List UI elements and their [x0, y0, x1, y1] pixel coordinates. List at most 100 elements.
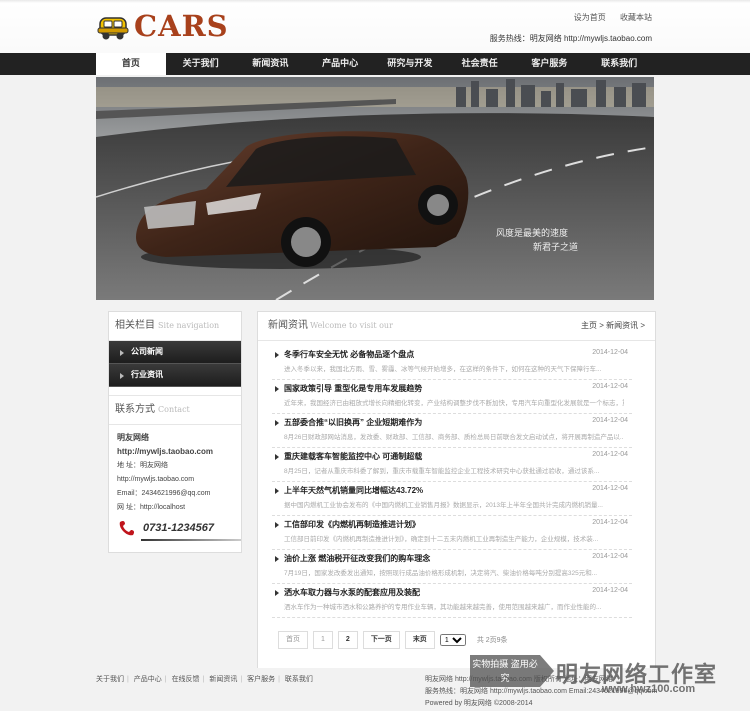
news-item-date: 2014-12-04: [592, 451, 628, 458]
nav-responsibility[interactable]: 社会责任: [445, 53, 515, 75]
news-title: 新闻资讯 Welcome to visit our: [268, 312, 393, 340]
sidebar-item-company-news[interactable]: 公司新闻: [109, 341, 241, 364]
news-item-date: 2014-12-04: [592, 383, 628, 390]
pager-first[interactable]: 首页: [278, 631, 308, 649]
news-item-date: 2014-12-04: [592, 485, 628, 492]
pager-total: 共 2页9条: [476, 637, 508, 644]
pager-last[interactable]: 末页: [404, 631, 435, 649]
footer-sep: |: [202, 676, 205, 683]
news-item-title[interactable]: 上半年天然气机销量同比增幅达43.72%: [274, 485, 423, 496]
footer-link-products[interactable]: 产品中心: [134, 676, 162, 683]
news-item[interactable]: 油价上涨 燃油税开征改变我们的购车理念 2014-12-04 7月19日，国家发…: [272, 550, 632, 584]
top-links: 设为首页 收藏本站: [562, 12, 652, 23]
car-icon: [97, 17, 129, 40]
nav-news[interactable]: 新闻资讯: [236, 53, 306, 75]
news-item-title[interactable]: 油价上涨 燃油税开征改变我们的购车理念: [274, 553, 430, 564]
set-homepage-link[interactable]: 设为首页: [574, 13, 606, 22]
news-item-title[interactable]: 五部委合推“以旧换再” 企业短期难作为: [274, 417, 422, 428]
main-nav: 首页 关于我们 新闻资讯 产品中心 研究与开发 社会责任 客户服务 联系我们: [0, 53, 750, 75]
news-item-date: 2014-12-04: [592, 587, 628, 594]
news-item[interactable]: 重庆建载客车智能监控中心 可通制超载 2014-12-04 8月25日，记者从重…: [272, 448, 632, 482]
news-title-text: 新闻资讯: [268, 320, 308, 331]
contact-site: 网 址：http://localhost: [117, 504, 186, 511]
contact-title-en: Contact: [158, 405, 190, 414]
footer-line-2: 服务热线：明友网络 http://mywljs.taobao.com Email…: [425, 688, 658, 695]
news-item-date: 2014-12-04: [592, 349, 628, 356]
footer-link-about[interactable]: 关于我们: [96, 676, 124, 683]
footer-sep: |: [240, 676, 243, 683]
news-item[interactable]: 五部委合推“以旧换再” 企业短期难作为 2014-12-04 8月26日财政部网…: [272, 414, 632, 448]
news-item-title[interactable]: 工信部印发《内燃机再制造推进计划》: [275, 519, 420, 530]
contact-url[interactable]: http://mywljs.taobao.com: [117, 445, 233, 459]
nav-products[interactable]: 产品中心: [305, 53, 375, 75]
news-item-summary: 8月26日财政部网站消息，发改委、财政部、工信部、商务部、质检总局日前联合发文启…: [284, 434, 624, 441]
nav-contact[interactable]: 联系我们: [584, 53, 654, 75]
bookmark-link[interactable]: 收藏本站: [620, 13, 652, 22]
banner-caption-2: 新君子之道: [532, 242, 578, 252]
nav-research[interactable]: 研究与开发: [375, 53, 445, 75]
phone-underline: [141, 539, 241, 541]
hotline: 服务热线：明友网络 http://mywljs.taobao.com: [489, 34, 652, 43]
logo-text: CARS: [134, 9, 229, 43]
news-item-date: 2014-12-04: [592, 519, 628, 526]
footer: 关于我们 | 产品中心 | 在线反馈 | 新闻资讯 | 客户服务 | 联系我们 明友网络 …: [0, 668, 750, 711]
banner-caption-1: 风度是最美的速度: [495, 228, 568, 238]
nav-service[interactable]: 客户服务: [515, 53, 585, 75]
footer-link-service[interactable]: 客户服务: [247, 676, 275, 683]
footer-sep: |: [164, 676, 167, 683]
news-item[interactable]: 国家政策引导 重型化是专用车发展趋势 2014-12-04 近年来，我国经济已由…: [272, 380, 632, 414]
footer-line-3: Powered by 明友网络 ©2008-2014: [425, 700, 533, 707]
news-list: 冬季行车安全无忧 必备物品逐个盘点 2014-12-04 进入冬季以来，我国北方…: [272, 346, 632, 618]
footer-sep: |: [278, 676, 280, 683]
pagination: 首页 1 2 下一页 末页 1 共 2页9条: [278, 630, 508, 650]
phone-icon: [119, 520, 135, 536]
nav-home[interactable]: 首页: [96, 53, 166, 75]
news-item-summary: 进入冬季以来，我国北方雨、雪、雾霾、冰等气候开始增多，在这样的条件下，如何在这种…: [284, 366, 602, 373]
news-panel: 新闻资讯 Welcome to visit our 主页 > 新闻资讯 > 冬季行…: [257, 311, 656, 673]
footer-sep: |: [127, 676, 129, 683]
contact-address: 地 址：明友网络: [117, 462, 168, 469]
contact-company: 明友网络: [117, 433, 149, 442]
news-item[interactable]: 工信部印发《内燃机再制造推进计划》 2014-12-04 工信部日前印发《内燃机…: [272, 516, 632, 550]
footer-link-news[interactable]: 新闻资讯: [209, 676, 237, 683]
footer-link-feedback[interactable]: 在线反馈: [172, 676, 200, 683]
contact-info: 明友网络 http://mywljs.taobao.com 地 址：明友网络 h…: [109, 425, 241, 547]
news-item[interactable]: 上半年天然气机销量同比增幅达43.72% 2014-12-04 据中国内燃机工业…: [272, 482, 632, 516]
news-item-summary: 据中国内燃机工业协会发布的《中国内燃机工业销售月报》数据显示，2013年上半年全…: [284, 502, 603, 509]
footer-links: 关于我们 | 产品中心 | 在线反馈 | 新闻资讯 | 客户服务 | 联系我们: [96, 674, 313, 684]
banner-car-image: [96, 77, 654, 300]
news-item-date: 2014-12-04: [592, 553, 628, 560]
news-item-summary: 近年来，我国经济已由粗放式增长向精细化转变，产业结构调整步伐不断加快，专用汽车向…: [284, 400, 624, 407]
contact-address-url: http://mywljs.taobao.com: [117, 476, 195, 483]
news-item-summary: 8月25日，记者从重庆市科委了解到，重庆市载重车智能监控企业工程技术研究中心获批…: [284, 468, 600, 475]
news-item[interactable]: 洒水车取力器与水泵的配套应用及装配 2014-12-04 洒水车作为一种城市洒水…: [272, 584, 632, 618]
hero-banner[interactable]: 风度是最美的速度 新君子之道: [96, 77, 654, 300]
footer-info: 明友网络 http://mywljs.taobao.com 版权所有 地址：明友…: [425, 674, 657, 710]
sidebar-item-industry-news[interactable]: 行业资讯: [109, 364, 241, 387]
contact-title: 联系方式 Contact: [109, 395, 241, 425]
news-header: 新闻资讯 Welcome to visit our 主页 > 新闻资讯 >: [258, 312, 655, 341]
phone-row: 0731-1234567: [117, 519, 233, 537]
contact-email: Email：2434621996@qq.com: [117, 490, 211, 497]
contact-phone: 0731-1234567: [143, 522, 214, 534]
pager-page-2[interactable]: 2: [337, 631, 358, 649]
news-item-title[interactable]: 洒水车取力器与水泵的配套应用及装配: [275, 587, 420, 598]
sidebar-title: 相关栏目 Site navigation: [109, 312, 241, 341]
news-item-title[interactable]: 国家政策引导 重型化是专用车发展趋势: [274, 383, 422, 394]
news-item[interactable]: 冬季行车安全无忧 必备物品逐个盘点 2014-12-04 进入冬季以来，我国北方…: [272, 346, 632, 380]
news-item-title[interactable]: 冬季行车安全无忧 必备物品逐个盘点: [274, 349, 414, 360]
pager-select[interactable]: 1: [439, 634, 466, 646]
pager-next[interactable]: 下一页: [362, 631, 400, 649]
pager-page-1[interactable]: 1: [313, 631, 333, 649]
news-item-date: 2014-12-04: [592, 417, 628, 424]
sidebar-title-text: 相关栏目: [115, 320, 155, 331]
breadcrumb[interactable]: 主页 > 新闻资讯 >: [581, 312, 645, 340]
nav-about[interactable]: 关于我们: [166, 53, 236, 75]
news-item-summary: 7月19日，国家发改委发出通知，按照现行成品油价格形成机制，决定将汽、柴油价格每…: [284, 570, 598, 577]
news-title-en: Welcome to visit our: [310, 321, 393, 330]
footer-line-1: 明友网络 http://mywljs.taobao.com 版权所有 地址：明友…: [425, 676, 613, 683]
footer-link-contact[interactable]: 联系我们: [285, 676, 313, 683]
header: CARS 设为首页 收藏本站 服务热线：明友网络 http://mywljs.t…: [0, 0, 750, 53]
news-item-title[interactable]: 重庆建载客车智能监控中心 可通制超载: [274, 451, 422, 462]
news-item-summary: 工信部日前印发《内燃机再制造推进计划》，确定到十二五末内燃机工业再制造生产能力，…: [284, 536, 599, 543]
